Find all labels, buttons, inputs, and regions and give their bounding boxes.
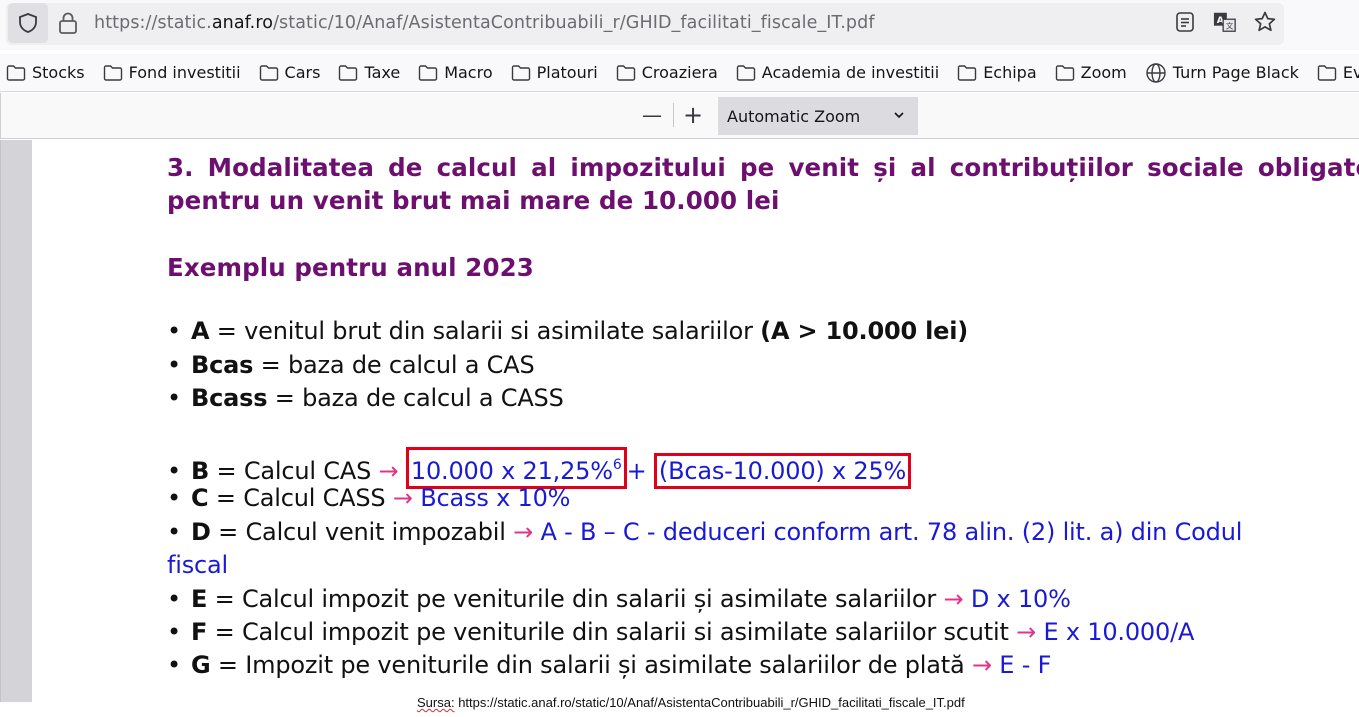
folder-icon <box>1055 64 1075 82</box>
bookmark-stocks[interactable]: Stocks <box>6 63 85 82</box>
definition-bcass: • Bcass = baza de calcul a CASS <box>167 384 564 412</box>
pdf-toolbar: — + Automatic Zoom <box>0 93 1359 139</box>
arrow-icon: → <box>1016 618 1037 646</box>
bookmark-label: Evenimente <box>1342 63 1359 82</box>
bookmark-label: Croaziera <box>641 63 718 82</box>
folder-icon <box>338 64 358 82</box>
bookmark-label: Turn Page Black <box>1172 63 1299 82</box>
address-bar-row: https://static.anaf.ro/static/10/Anaf/As… <box>0 0 1359 50</box>
bookmark-label: Macro <box>444 63 493 82</box>
zoom-in-button[interactable]: + <box>679 101 707 129</box>
folder-icon <box>6 64 26 82</box>
bookmark-label: Cars <box>284 63 321 82</box>
arrow-icon: → <box>392 484 413 512</box>
bookmark-label: Platouri <box>536 63 598 82</box>
folder-icon <box>511 64 531 82</box>
folder-icon <box>1317 64 1337 82</box>
formula-d-continuation: fiscal <box>167 551 228 579</box>
example-subheading: Exemplu pentru anul 2023 <box>167 253 534 282</box>
definition-a: • A = venitul brut din salarii si asimila… <box>167 317 969 345</box>
bookmark-label: Fond investitii <box>128 63 241 82</box>
bookmark-croaziera[interactable]: Croaziera <box>616 63 718 82</box>
section-heading-line1: 3. Modalitatea de calcul al impozitului … <box>167 153 1359 182</box>
section-heading-line2: pentru un venit brut mai mare de 10.000 … <box>167 186 780 215</box>
svg-text:文: 文 <box>1226 21 1234 30</box>
pdf-page: 3. Modalitatea de calcul al impozitului … <box>32 140 1359 702</box>
formula-g: • G = Impozit pe veniturile din salarii ș… <box>167 651 1052 679</box>
bookmark-taxe[interactable]: Taxe <box>338 63 400 82</box>
bookmark-echipa[interactable]: Echipa <box>957 63 1037 82</box>
folder-icon <box>259 64 279 82</box>
arrow-icon: → <box>378 457 399 485</box>
reader-view-icon[interactable] <box>1173 10 1197 34</box>
source-caption: Sursa: https://static.anaf.ro/static/10/… <box>417 695 965 710</box>
bookmark-fond-investitii[interactable]: Fond investitii <box>103 63 241 82</box>
formula-d: • D = Calcul venit impozabil → A - B – C … <box>167 518 1243 546</box>
globe-icon <box>1145 62 1167 84</box>
zoom-select[interactable]: Automatic Zoom <box>718 97 918 135</box>
bookmarks-toolbar: Stocks Fond investitii Cars Taxe Macro Platou… <box>0 54 1359 92</box>
formula-c: • C = Calcul CASS → Bcass x 10% <box>167 484 571 512</box>
viewer-gutter <box>0 140 32 702</box>
arrow-icon: → <box>943 585 964 613</box>
folder-icon <box>736 64 756 82</box>
zoom-out-button[interactable]: — <box>638 101 666 129</box>
chevron-down-icon <box>894 112 904 119</box>
bookmark-label: Stocks <box>32 63 85 82</box>
bookmark-cars[interactable]: Cars <box>259 63 321 82</box>
bookmark-evenimente[interactable]: Evenimente <box>1317 63 1359 82</box>
folder-icon <box>957 64 977 82</box>
pdf-viewer[interactable]: 3. Modalitatea de calcul al impozitului … <box>0 140 1359 717</box>
url-text[interactable]: https://static.anaf.ro/static/10/Anaf/As… <box>94 13 875 33</box>
caption-label: Sursa: <box>417 695 455 710</box>
minus-icon: — <box>642 103 662 127</box>
bookmark-zoom[interactable]: Zoom <box>1055 63 1127 82</box>
bookmark-label: Academia de investitii <box>761 63 940 82</box>
arrow-icon: → <box>513 518 534 546</box>
zoom-select-value: Automatic Zoom <box>727 106 861 126</box>
bookmark-label: Echipa <box>983 63 1037 82</box>
bookmark-star-icon[interactable] <box>1253 10 1277 34</box>
lock-icon[interactable] <box>57 11 79 39</box>
bookmark-macro[interactable]: Macro <box>418 63 493 82</box>
highlight-box-cas-part2: (Bcas-10.000) x 25% <box>653 453 912 489</box>
shield-icon <box>19 13 37 33</box>
translate-icon[interactable]: A文 <box>1213 10 1237 34</box>
bookmark-platouri[interactable]: Platouri <box>511 63 598 82</box>
bookmark-label: Zoom <box>1080 63 1127 82</box>
folder-icon <box>103 64 123 82</box>
bookmark-turn-page-black[interactable]: Turn Page Black <box>1145 62 1299 84</box>
bookmark-label: Taxe <box>364 63 401 82</box>
formula-e: • E = Calcul impozit pe veniturile din sa… <box>167 585 1071 613</box>
toolbar-separator <box>673 103 674 127</box>
folder-icon <box>616 64 636 82</box>
highlight-box-cas-part1: 10.000 x 21,25%6 <box>405 447 627 489</box>
url-domain: anaf.ro <box>211 13 274 33</box>
tracking-protection-button[interactable] <box>8 3 48 43</box>
definition-bcas: • Bcas = baza de calcul a CAS <box>167 351 535 379</box>
caption-url: https://static.anaf.ro/static/10/Anaf/As… <box>454 695 965 710</box>
plus-icon: + <box>682 101 704 129</box>
formula-f: • F = Calcul impozit pe veniturile din sa… <box>167 618 1195 646</box>
footnote-ref: 6 <box>612 457 622 473</box>
formula-b: • B = Calcul CAS → 10.000 x 21,25%6 + (Bca… <box>167 447 912 489</box>
bookmark-academia-de-investitii[interactable]: Academia de investitii <box>736 63 939 82</box>
arrow-icon: → <box>971 651 992 679</box>
folder-icon <box>418 64 438 82</box>
